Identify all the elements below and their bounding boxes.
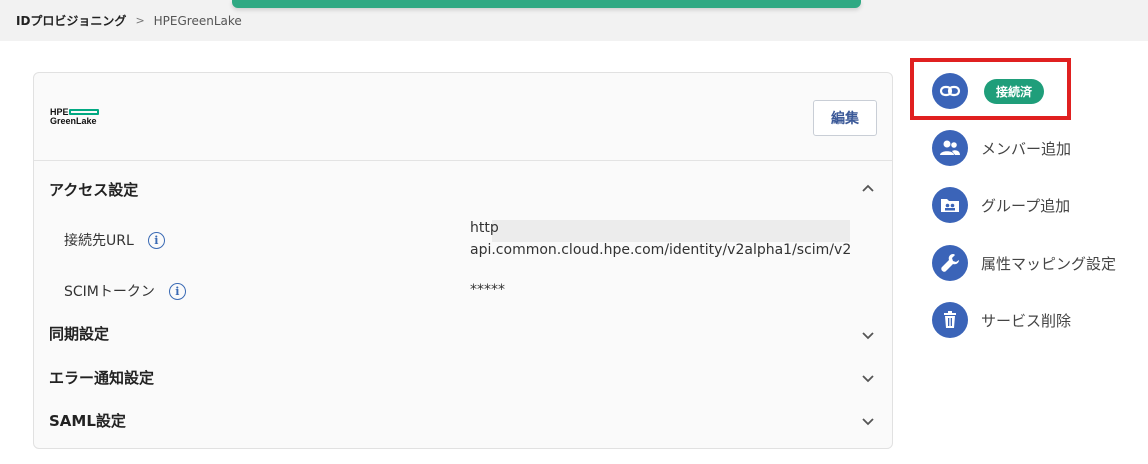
add-member-button[interactable]: メンバー追加 bbox=[932, 130, 1071, 166]
delete-service-label: サービス削除 bbox=[981, 311, 1072, 330]
info-icon[interactable]: i bbox=[147, 231, 165, 249]
error-notification-toggle[interactable]: エラー通知設定 bbox=[49, 367, 154, 388]
access-settings-toggle[interactable]: アクセス設定 bbox=[49, 179, 138, 200]
add-group-button[interactable]: グループ追加 bbox=[932, 187, 1070, 223]
url-value: http api.common.cloud.hpe.com/identity/v… bbox=[470, 217, 851, 261]
attribute-mapping-button[interactable]: 属性マッピング設定 bbox=[932, 245, 1116, 281]
add-group-label: グループ追加 bbox=[981, 196, 1071, 215]
hpe-greenlake-logo: HPE GreenLake bbox=[50, 108, 110, 130]
edit-button[interactable]: 編集 bbox=[813, 100, 877, 136]
logo-mark bbox=[69, 109, 99, 115]
url-value-line2: api.common.cloud.hpe.com/identity/v2alph… bbox=[470, 242, 852, 258]
url-label: 接続先URL bbox=[64, 233, 134, 249]
chevron-down-icon[interactable] bbox=[861, 329, 875, 343]
wrench-icon bbox=[932, 245, 968, 281]
add-member-label: メンバー追加 bbox=[981, 139, 1072, 158]
trash-icon bbox=[932, 302, 968, 338]
chevron-up-icon[interactable] bbox=[861, 181, 875, 195]
breadcrumb-current: HPEGreenLake bbox=[153, 13, 242, 28]
delete-service-button[interactable]: サービス削除 bbox=[932, 302, 1071, 338]
toast-notification bbox=[232, 0, 861, 8]
info-icon[interactable]: i bbox=[168, 282, 186, 300]
saml-settings-toggle[interactable]: SAML設定 bbox=[49, 410, 126, 431]
token-label: SCIMトークン bbox=[64, 284, 155, 300]
logo-line2: GreenLake bbox=[50, 116, 97, 126]
group-folder-icon bbox=[932, 187, 968, 223]
token-label-row: SCIMトークン i bbox=[64, 281, 186, 301]
service-card: HPE GreenLake 編集 アクセス設定 接続先URL i http ap… bbox=[33, 72, 893, 449]
breadcrumb-root-link[interactable]: IDプロビジョニング bbox=[16, 12, 126, 29]
token-value: ***** bbox=[470, 282, 505, 298]
card-header: HPE GreenLake 編集 bbox=[34, 73, 892, 161]
users-icon bbox=[932, 130, 968, 166]
url-value-line1: http bbox=[470, 220, 499, 236]
attribute-mapping-label: 属性マッピング設定 bbox=[981, 254, 1117, 273]
url-label-row: 接続先URL i bbox=[64, 230, 165, 250]
breadcrumb: IDプロビジョニング > HPEGreenLake bbox=[16, 12, 242, 29]
chevron-down-icon[interactable] bbox=[861, 372, 875, 386]
breadcrumb-separator: > bbox=[135, 14, 145, 27]
top-bar: IDプロビジョニング > HPEGreenLake bbox=[0, 0, 1148, 41]
chevron-down-icon[interactable] bbox=[861, 415, 875, 429]
sync-settings-toggle[interactable]: 同期設定 bbox=[49, 323, 109, 344]
highlight-box bbox=[910, 58, 1071, 120]
